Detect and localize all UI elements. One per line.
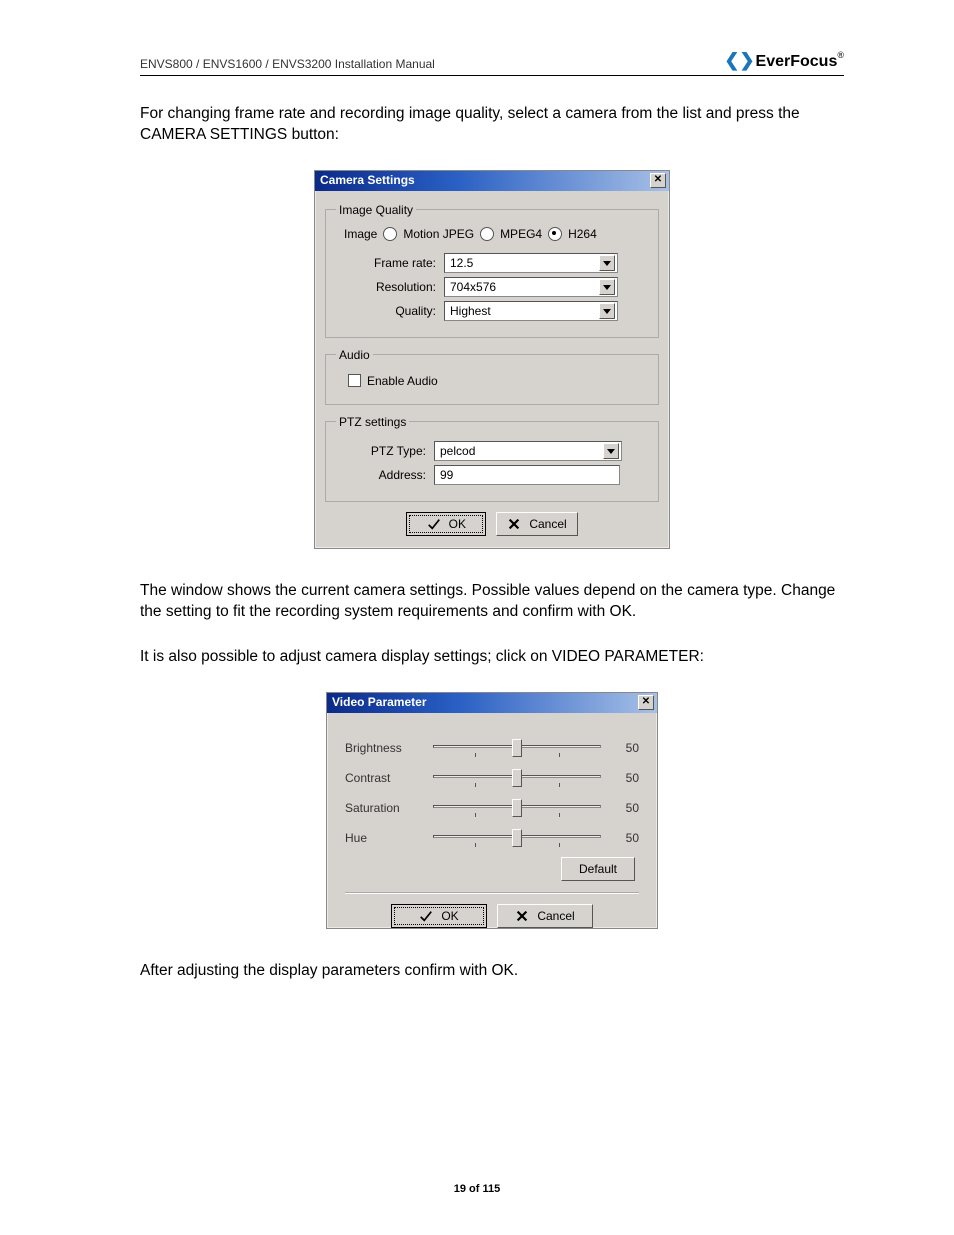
cancel-label: Cancel xyxy=(529,517,566,531)
chevron-down-icon[interactable] xyxy=(599,279,615,295)
chevron-down-icon[interactable] xyxy=(599,255,615,271)
ptz-legend: PTZ settings xyxy=(336,415,409,429)
ptz-type-label: PTZ Type: xyxy=(336,444,434,458)
resolution-value: 704x576 xyxy=(450,280,496,294)
frame-rate-value: 12.5 xyxy=(450,256,473,270)
enable-audio-checkbox[interactable] xyxy=(348,374,361,387)
radio-mpeg4[interactable] xyxy=(480,227,494,241)
frame-rate-combo[interactable]: 12.5 xyxy=(444,253,618,273)
camera-settings-title: Camera Settings xyxy=(320,173,415,187)
ptz-type-value: pelcod xyxy=(440,444,475,458)
saturation-slider[interactable] xyxy=(433,797,601,819)
audio-group: Audio Enable Audio xyxy=(325,348,659,405)
ok-button[interactable]: OK xyxy=(391,904,487,928)
cancel-label: Cancel xyxy=(537,909,574,923)
paragraph-2: The window shows the current camera sett… xyxy=(140,581,844,623)
saturation-value: 50 xyxy=(609,801,639,815)
page-number: 19 of 115 xyxy=(0,1183,954,1195)
cancel-button[interactable]: Cancel xyxy=(497,904,593,928)
image-quality-group: Image Quality Image Motion JPEG MPEG4 H2… xyxy=(325,203,659,338)
hue-value: 50 xyxy=(609,831,639,845)
video-parameter-titlebar[interactable]: Video Parameter ✕ xyxy=(327,693,657,713)
camera-settings-dialog: Camera Settings ✕ Image Quality Image Mo… xyxy=(314,170,670,549)
quality-label: Quality: xyxy=(336,304,444,318)
resolution-combo[interactable]: 704x576 xyxy=(444,277,618,297)
ptz-group: PTZ settings PTZ Type: pelcod Address: 9… xyxy=(325,415,659,502)
chevron-down-icon[interactable] xyxy=(599,303,615,319)
brand-logo: ❮❯EverFocus® xyxy=(724,50,844,71)
header-divider xyxy=(140,75,844,76)
radio-mpeg4-label: MPEG4 xyxy=(500,227,542,241)
frame-rate-label: Frame rate: xyxy=(336,256,444,270)
default-label: Default xyxy=(579,862,617,876)
contrast-label: Contrast xyxy=(345,771,425,785)
brightness-slider[interactable] xyxy=(433,737,601,759)
chevron-down-icon[interactable] xyxy=(603,443,619,459)
camera-settings-titlebar[interactable]: Camera Settings ✕ xyxy=(315,171,669,191)
ptz-type-combo[interactable]: pelcod xyxy=(434,441,622,461)
default-button[interactable]: Default xyxy=(561,857,635,881)
enable-audio-label: Enable Audio xyxy=(367,374,438,388)
address-label: Address: xyxy=(336,468,434,482)
doc-title: ENVS800 / ENVS1600 / ENVS3200 Installati… xyxy=(140,57,435,71)
radio-h264-label: H264 xyxy=(568,227,597,241)
quality-combo[interactable]: Highest xyxy=(444,301,618,321)
check-icon xyxy=(419,909,433,923)
quality-value: Highest xyxy=(450,304,491,318)
address-input[interactable]: 99 xyxy=(434,465,620,485)
brightness-label: Brightness xyxy=(345,741,425,755)
brand-icon: ❮❯ xyxy=(724,50,754,70)
contrast-slider[interactable] xyxy=(433,767,601,789)
radio-h264[interactable] xyxy=(548,227,562,241)
close-icon[interactable]: ✕ xyxy=(650,173,666,188)
cancel-button[interactable]: Cancel xyxy=(496,512,577,536)
brightness-value: 50 xyxy=(609,741,639,755)
hue-label: Hue xyxy=(345,831,425,845)
ok-label: OK xyxy=(449,517,466,531)
close-icon[interactable]: ✕ xyxy=(638,695,654,710)
saturation-label: Saturation xyxy=(345,801,425,815)
video-parameter-dialog: Video Parameter ✕ Brightness 50 Contrast xyxy=(326,692,658,929)
radio-mjpeg-label: Motion JPEG xyxy=(403,227,474,241)
audio-legend: Audio xyxy=(336,348,373,362)
paragraph-4: After adjusting the display parameters c… xyxy=(140,961,844,982)
x-icon xyxy=(515,909,529,923)
radio-mjpeg[interactable] xyxy=(383,227,397,241)
ok-label: OK xyxy=(441,909,458,923)
hue-slider[interactable] xyxy=(433,827,601,849)
contrast-value: 50 xyxy=(609,771,639,785)
address-value: 99 xyxy=(440,468,453,482)
x-icon xyxy=(507,517,521,531)
paragraph-1: For changing frame rate and recording im… xyxy=(140,104,844,146)
image-label: Image xyxy=(344,227,377,241)
video-parameter-title: Video Parameter xyxy=(332,695,427,709)
image-quality-legend: Image Quality xyxy=(336,203,416,217)
ok-button[interactable]: OK xyxy=(406,512,486,536)
check-icon xyxy=(427,517,441,531)
resolution-label: Resolution: xyxy=(336,280,444,294)
paragraph-3: It is also possible to adjust camera dis… xyxy=(140,647,844,668)
